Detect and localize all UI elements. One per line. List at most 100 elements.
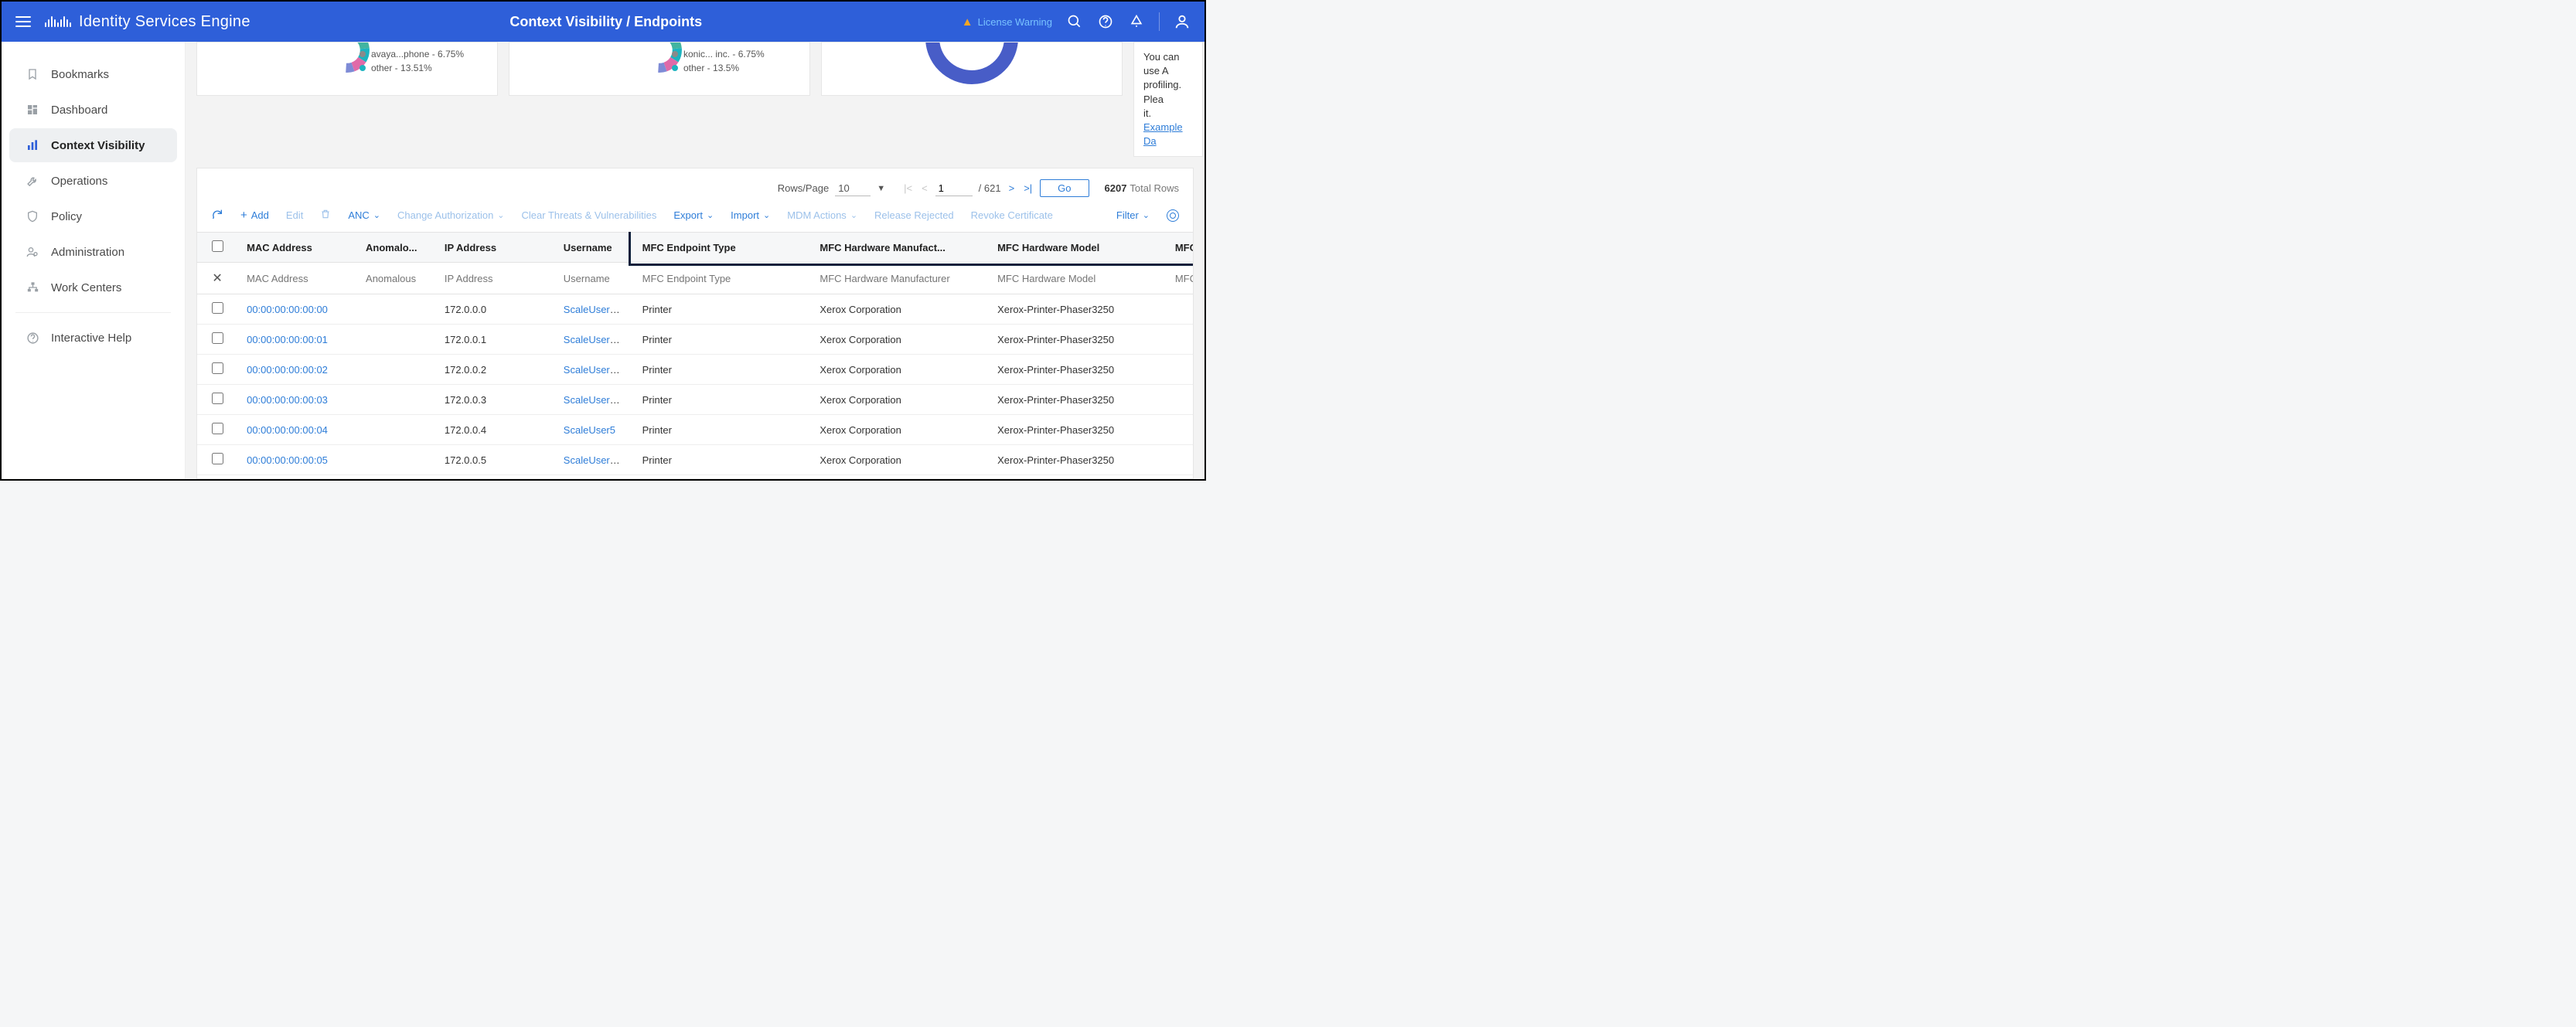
sidebar-item-context-visibility[interactable]: Context Visibility [9,128,177,162]
cell-manufacturer: Xerox Corporation [810,475,988,478]
select-all-checkbox[interactable] [212,240,223,252]
column-header-os[interactable]: MFC Operating System [1166,233,1193,263]
license-warning[interactable]: ▲ License Warning [962,15,1052,29]
shield-icon [25,209,40,224]
search-icon[interactable] [1066,13,1083,30]
clear-threats-button[interactable]: Clear Threats & Vulnerabilities [522,209,657,221]
import-dropdown[interactable]: Import⌄ [731,209,770,221]
cell-endpoint-type: Printer [633,445,811,475]
sidebar-item-interactive-help[interactable]: Interactive Help [9,321,177,355]
chart-legend: konic... inc. - 6.75% other - 13.5% [672,49,765,77]
user-link[interactable]: ScaleUser1... [564,304,624,315]
cell-os [1166,475,1193,478]
chevron-down-icon[interactable]: ▼ [877,184,885,193]
mac-link[interactable]: 00:00:00:00:00:05 [247,454,328,466]
column-header-endpoint-type[interactable]: MFC Endpoint Type [633,233,811,263]
chevron-down-icon: ⌄ [497,210,504,220]
trash-icon[interactable] [320,208,331,223]
mac-link[interactable]: 00:00:00:00:00:04 [247,424,328,436]
column-header-model[interactable]: MFC Hardware Model [988,233,1166,263]
row-checkbox[interactable] [212,453,223,464]
sidebar-item-policy[interactable]: Policy [9,199,177,233]
wrench-icon [25,173,40,189]
go-button[interactable]: Go [1040,179,1089,197]
cell-model: Xerox-Printer-Phaser3250 [988,294,1166,325]
table-row[interactable]: 00:00:00:00:00:02172.0.0.2ScaleUser1...P… [197,355,1193,385]
chevron-down-icon: ⌄ [850,210,857,220]
hamburger-icon[interactable] [15,16,31,27]
user-link[interactable]: ScaleUser1... [564,454,624,466]
row-checkbox[interactable] [212,332,223,344]
revoke-certificate-button[interactable]: Revoke Certificate [971,209,1053,221]
column-header-anomalous[interactable]: Anomalo... [356,233,435,263]
column-header-username[interactable]: Username [554,233,633,263]
cell-endpoint-type: Printer [633,355,811,385]
pager: Rows/Page 10 ▼ |< < / 621 > >| Go 6207To… [197,168,1193,203]
topbar: Identity Services Engine Context Visibil… [2,2,1205,42]
filter-manufacturer-input[interactable] [819,273,979,284]
filter-anomalous-input[interactable] [366,273,426,284]
export-dropdown[interactable]: Export⌄ [673,209,714,221]
notification-icon[interactable] [1128,13,1145,30]
mdm-actions-dropdown[interactable]: MDM Actions⌄ [787,209,857,221]
page-input[interactable] [935,181,973,196]
cell-model: Xerox-Printer-Phaser3250 [988,415,1166,445]
toolbar: +Add Edit ANC⌄ Change Authorization⌄ Cle… [197,203,1193,232]
row-checkbox[interactable] [212,302,223,314]
mac-link[interactable]: 00:00:00:00:00:03 [247,394,328,406]
row-checkbox[interactable] [212,423,223,434]
release-rejected-button[interactable]: Release Rejected [874,209,954,221]
row-checkbox[interactable] [212,362,223,374]
table-row[interactable]: 00:00:00:00:00:05172.0.0.5ScaleUser1...P… [197,445,1193,475]
filter-username-input[interactable] [564,273,624,284]
filter-os-input[interactable] [1175,273,1193,284]
first-page-icon[interactable]: |< [902,182,914,194]
filter-ip-input[interactable] [445,273,545,284]
chevron-down-icon: ⌄ [373,210,380,220]
filter-mac-input[interactable] [247,273,347,284]
change-authorization-dropdown[interactable]: Change Authorization⌄ [397,209,505,221]
table-row[interactable]: 00:00:00:00:00:00172.0.0.0ScaleUser1...P… [197,294,1193,325]
row-checkbox[interactable] [212,393,223,404]
column-header-ip[interactable]: IP Address [435,233,554,263]
help-icon[interactable] [1097,13,1114,30]
column-header-manufacturer[interactable]: MFC Hardware Manufact... [810,233,988,263]
filter-dropdown[interactable]: Filter⌄ [1116,209,1150,221]
next-page-icon[interactable]: > [1007,182,1017,194]
table-row[interactable]: 00:00:00:00:00:04172.0.0.4ScaleUser5Prin… [197,415,1193,445]
cell-endpoint-type: Printer [633,415,811,445]
example-link[interactable]: Example Da [1143,121,1183,147]
sidebar-item-bookmarks[interactable]: Bookmarks [9,57,177,91]
table-row[interactable]: 00:00:00:00:00:06172.0.0.6ScaleUser2...P… [197,475,1193,478]
close-icon[interactable]: ✕ [212,272,222,285]
prev-page-icon[interactable]: < [920,182,929,194]
main-content: avaya...phone - 6.75% other - 13.51% [186,42,1205,479]
chevron-down-icon: ⌄ [1143,210,1150,220]
user-link[interactable]: ScaleUser2... [564,334,624,345]
table-row[interactable]: 00:00:00:00:00:03172.0.0.3ScaleUser2...P… [197,385,1193,415]
filter-endpoint-type-input[interactable] [642,273,802,284]
user-icon[interactable] [1174,13,1191,30]
filter-model-input[interactable] [997,273,1157,284]
settings-icon[interactable] [1167,209,1179,222]
user-link[interactable]: ScaleUser2... [564,394,624,406]
mac-link[interactable]: 00:00:00:00:00:01 [247,334,328,345]
cell-anomalous [356,325,435,355]
last-page-icon[interactable]: >| [1022,182,1034,194]
user-link[interactable]: ScaleUser5 [564,424,615,436]
rows-per-page-select[interactable]: 10 [835,181,871,196]
mac-link[interactable]: 00:00:00:00:00:02 [247,364,328,376]
sidebar-item-work-centers[interactable]: Work Centers [9,270,177,304]
refresh-icon[interactable] [211,208,223,223]
column-header-mac[interactable]: MAC Address [237,233,356,263]
add-button[interactable]: +Add [240,209,269,222]
user-link[interactable]: ScaleUser1... [564,364,624,376]
anc-dropdown[interactable]: ANC⌄ [348,209,380,221]
sidebar-item-operations[interactable]: Operations [9,164,177,198]
edit-button[interactable]: Edit [286,209,303,221]
table-row[interactable]: 00:00:00:00:00:01172.0.0.1ScaleUser2...P… [197,325,1193,355]
cell-manufacturer: Xerox Corporation [810,325,988,355]
sidebar-item-administration[interactable]: Administration [9,235,177,269]
mac-link[interactable]: 00:00:00:00:00:00 [247,304,328,315]
sidebar-item-dashboard[interactable]: Dashboard [9,93,177,127]
